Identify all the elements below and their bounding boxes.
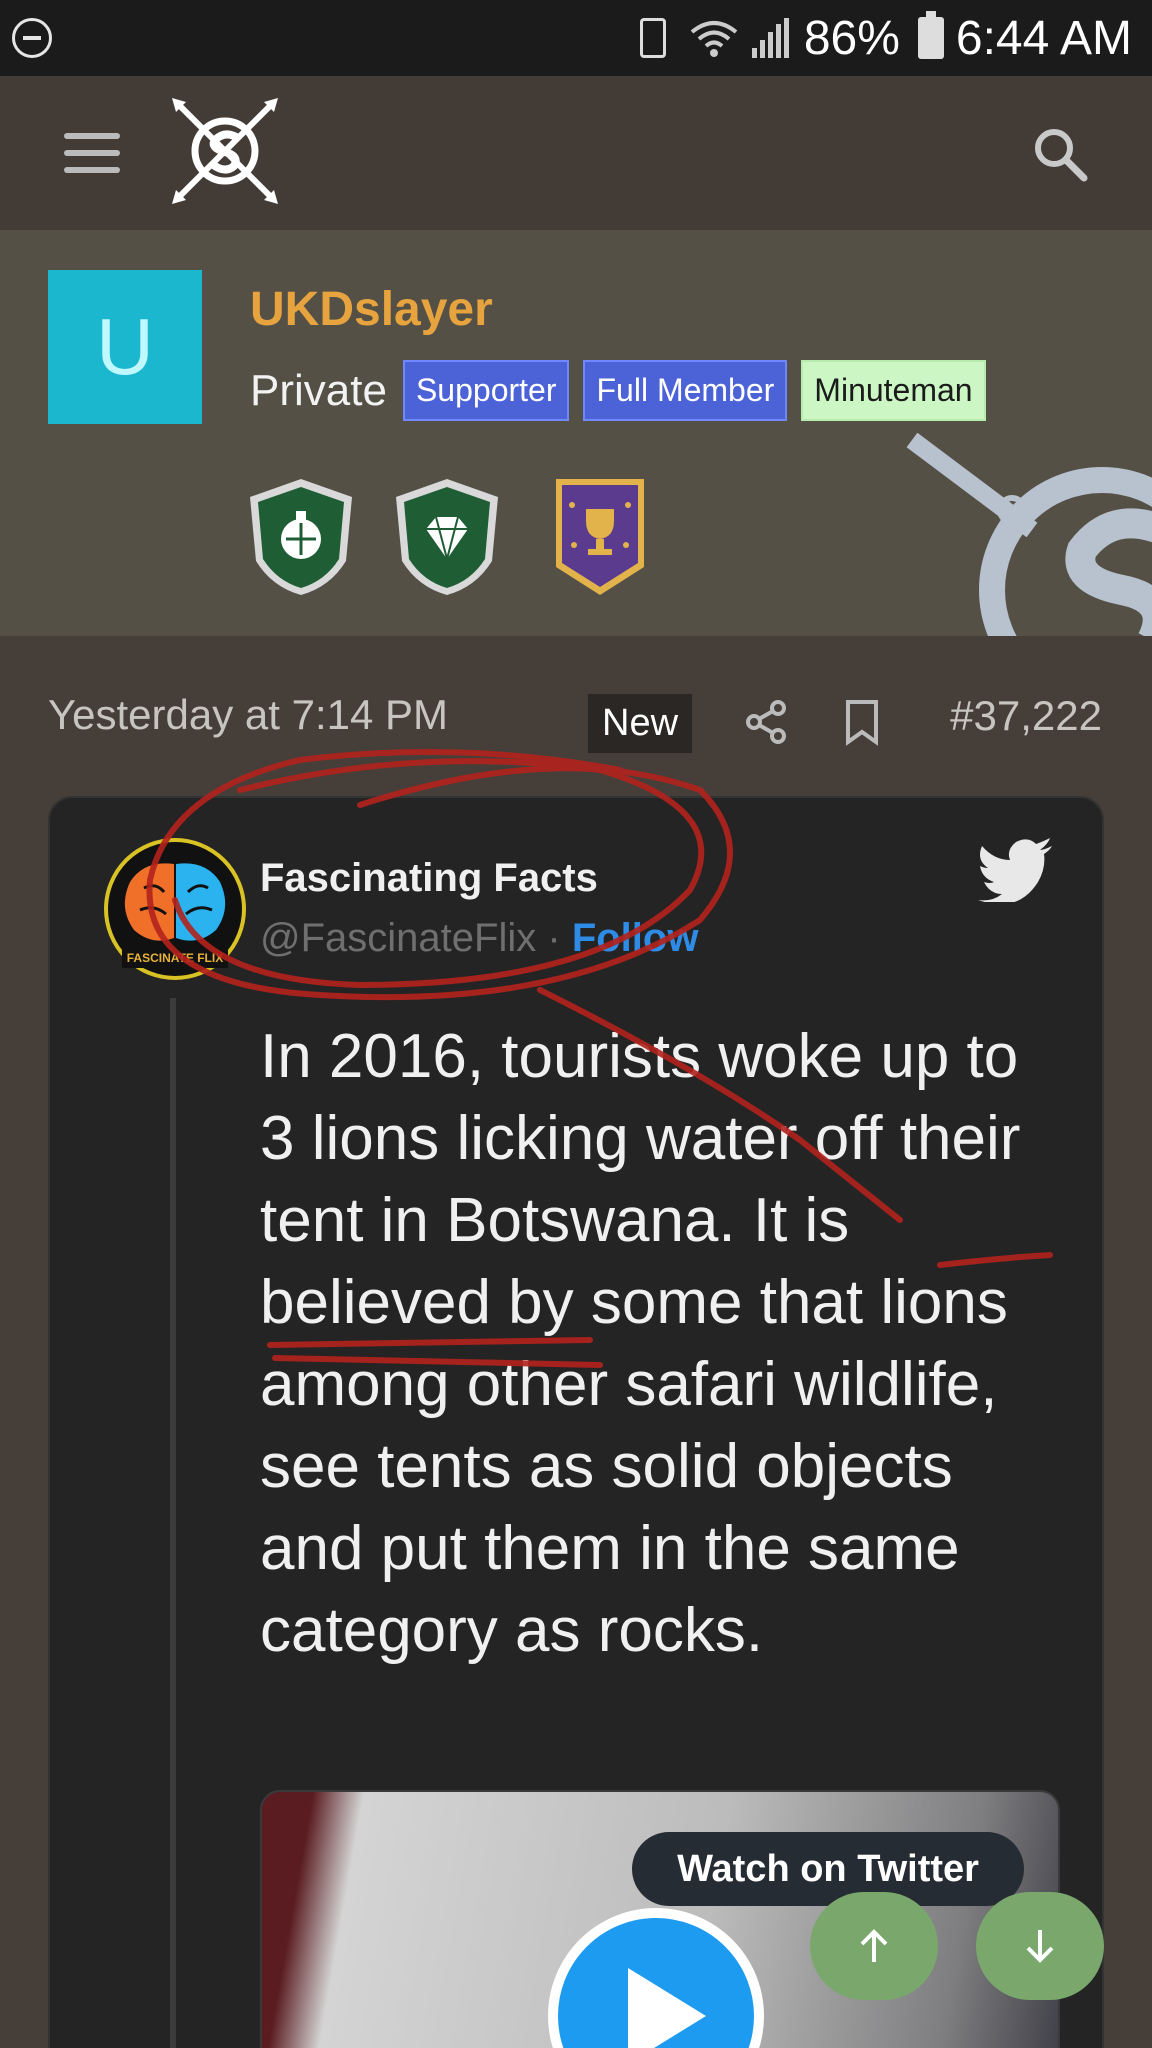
battery-saver-icon — [639, 18, 666, 58]
site-logo-icon[interactable] — [170, 96, 280, 206]
battery-icon — [917, 11, 944, 59]
status-bar: 86% 6:44 AM — [0, 0, 1152, 76]
tweet-handle[interactable]: @FascinateFlix — [260, 916, 536, 960]
grenade-shield-icon[interactable] — [242, 475, 360, 599]
post-number-link[interactable]: #37,222 — [950, 692, 1102, 740]
handle-separator: · — [547, 916, 561, 960]
badge-full-member: Full Member — [583, 360, 788, 421]
post-timestamp[interactable]: Yesterday at 7:14 PM — [48, 691, 448, 739]
tweet-body-text: In 2016, tourists woke up to 3 lions lic… — [260, 1022, 1021, 1665]
cell-signal-icon — [751, 18, 792, 58]
user-profile-banner: U UKDslayer Private Supporter Full Membe… — [0, 230, 1152, 636]
thread-line — [170, 998, 176, 2048]
new-post-tag: New — [588, 694, 693, 753]
tweet-handle-row: @FascinateFlix · Follow — [260, 916, 698, 961]
username-link[interactable]: UKDslayer — [250, 282, 493, 337]
bookmark-icon[interactable] — [842, 698, 882, 746]
post-meta-row: Yesterday at 7:14 PM New #37,222 — [0, 636, 1152, 796]
twitter-bird-icon[interactable] — [978, 838, 1054, 902]
avatar[interactable]: U — [48, 270, 202, 424]
app-header — [0, 76, 1152, 230]
watch-on-twitter-button[interactable]: Watch on Twitter — [632, 1832, 1024, 1906]
status-bar-right: 86% 6:44 AM — [639, 10, 1132, 66]
rank-label: Private — [250, 365, 387, 415]
clock: 6:44 AM — [955, 11, 1132, 65]
trophy-banner-icon[interactable] — [534, 475, 652, 599]
tweet-author-name[interactable]: Fascinating Facts — [260, 856, 598, 901]
trophy-list — [242, 475, 652, 599]
scroll-to-top-button[interactable] — [810, 1892, 938, 2000]
scroll-to-bottom-button[interactable] — [976, 1892, 1104, 2000]
background-logo-watermark — [906, 432, 1152, 636]
badge-minuteman: Minuteman — [801, 360, 986, 421]
rank-row: Private Supporter Full Member Minuteman — [250, 360, 986, 421]
avatar-lettering: FASCINATE FLIX — [127, 951, 223, 965]
follow-button[interactable]: Follow — [572, 916, 699, 960]
battery-percent: 86% — [803, 11, 900, 65]
arrow-up-icon — [860, 1929, 888, 1962]
wifi-icon — [690, 21, 738, 57]
diamond-shield-icon[interactable] — [388, 475, 506, 599]
arrow-down-icon — [1026, 1930, 1054, 1963]
tweet-author-avatar[interactable]: FASCINATE FLIX — [104, 838, 246, 980]
do-not-disturb-icon — [12, 18, 52, 58]
badge-supporter: Supporter — [402, 360, 570, 421]
share-icon[interactable] — [742, 698, 790, 746]
search-icon[interactable] — [1030, 124, 1090, 184]
hamburger-menu-icon[interactable] — [64, 133, 120, 173]
